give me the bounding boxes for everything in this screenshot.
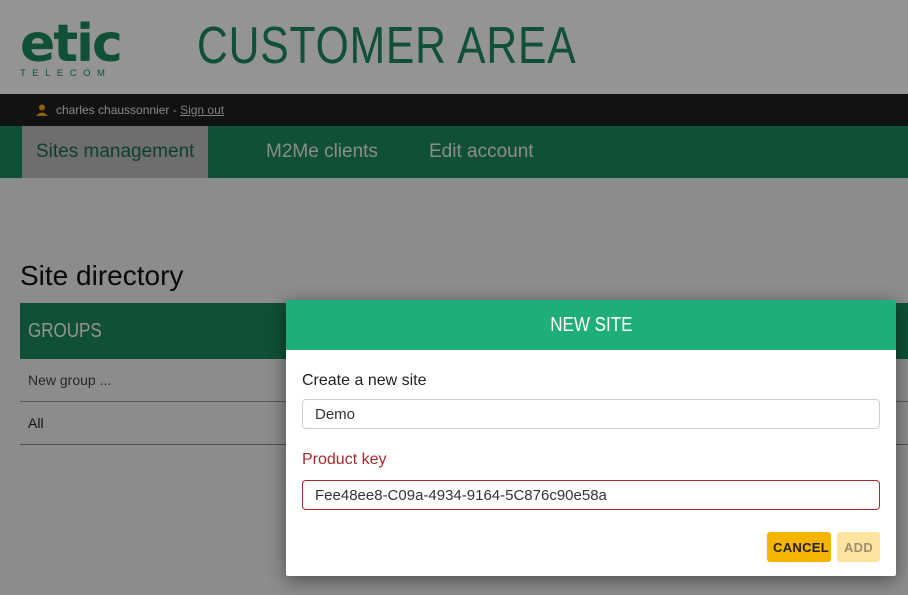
- product-key-input[interactable]: [302, 480, 880, 510]
- new-site-dialog: NEW SITE Create a new site Product key C…: [286, 300, 896, 576]
- dialog-title: NEW SITE: [549, 314, 633, 336]
- add-button[interactable]: ADD: [837, 532, 880, 562]
- site-name-label: Create a new site: [302, 372, 427, 389]
- product-key-label: Product key: [302, 451, 387, 468]
- site-name-input[interactable]: [302, 399, 880, 429]
- dialog-header: NEW SITE: [286, 300, 896, 350]
- cancel-button[interactable]: CANCEL: [767, 532, 831, 562]
